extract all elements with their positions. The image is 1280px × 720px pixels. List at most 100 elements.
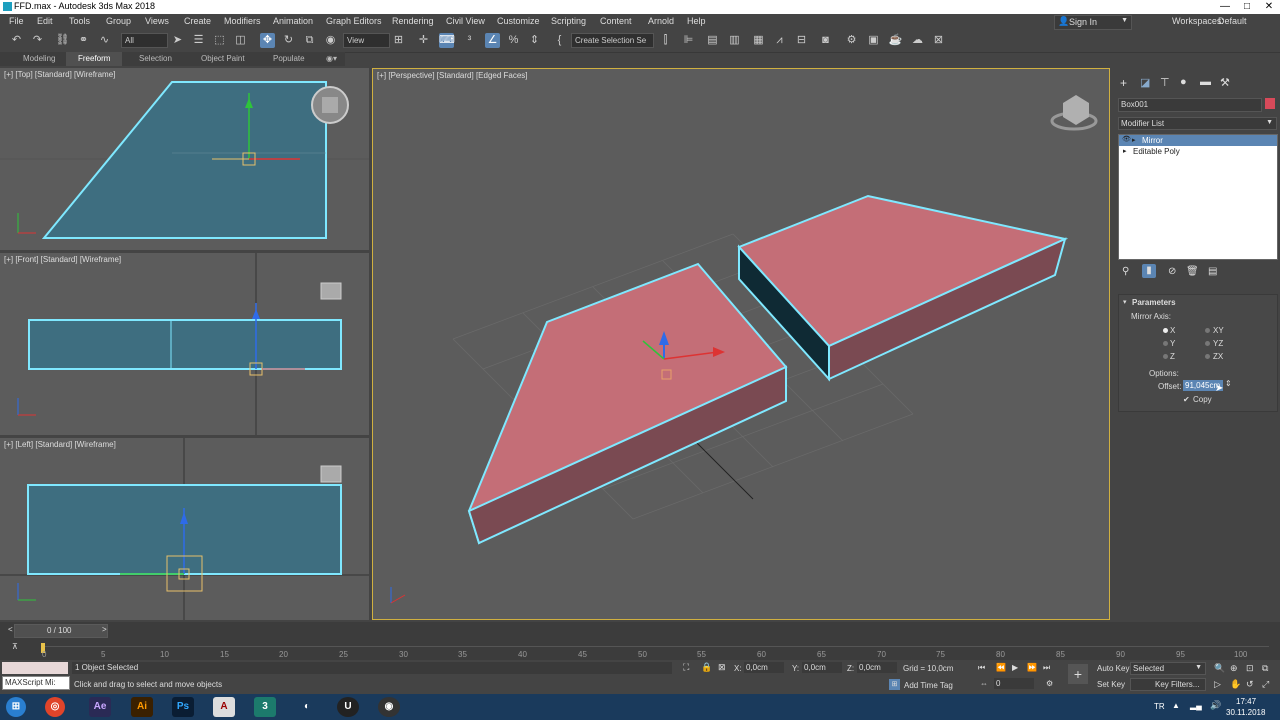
- set-key-icon[interactable]: +: [1068, 664, 1088, 684]
- render-production-icon[interactable]: ☕: [888, 33, 903, 48]
- object-color-swatch[interactable]: [1265, 98, 1275, 109]
- display-tab-icon[interactable]: ▬: [1200, 76, 1211, 88]
- radio-z[interactable]: [1163, 354, 1168, 359]
- menu-civil-view[interactable]: Civil View: [446, 16, 485, 26]
- align-icon[interactable]: ⊫: [681, 33, 696, 48]
- play-icon[interactable]: ▶: [1012, 663, 1018, 672]
- pin-stack-icon[interactable]: ⚲: [1122, 266, 1129, 277]
- viewport-left[interactable]: [+] [Left] [Standard] [Wireframe]: [0, 438, 369, 620]
- viewport-top[interactable]: [+] [Top] [Standard] [Wireframe]: [0, 68, 369, 250]
- viewport-perspective[interactable]: [+] [Perspective] [Standard] [Edged Face…: [372, 68, 1110, 620]
- expand-icon[interactable]: ▸: [1123, 147, 1127, 155]
- maximize-viewport-icon[interactable]: ⤢: [1262, 679, 1269, 690]
- clock-date[interactable]: 30.11.2018: [1226, 708, 1265, 717]
- hierarchy-tab-icon[interactable]: ⊤: [1160, 76, 1170, 89]
- select-and-move-icon[interactable]: ✥: [260, 33, 275, 48]
- menu-scripting[interactable]: Scripting: [551, 16, 586, 26]
- 3ds-max-icon[interactable]: 3: [254, 697, 276, 717]
- pivot-center-icon[interactable]: ⊞: [391, 33, 406, 48]
- set-key-button[interactable]: Set Key: [1097, 680, 1125, 689]
- menu-animation[interactable]: Animation: [273, 16, 313, 26]
- render-iterative-icon[interactable]: ☁: [910, 33, 925, 48]
- time-tag-icon[interactable]: ⊞: [889, 679, 900, 690]
- ribbon-tab-object-paint[interactable]: Object Paint: [201, 54, 245, 63]
- menu-tools[interactable]: Tools: [69, 16, 90, 26]
- schematic-view-icon[interactable]: ⊟: [794, 33, 809, 48]
- select-and-rotate-icon[interactable]: ↻: [281, 33, 296, 48]
- z-coordinate-field[interactable]: 0,0cm: [857, 662, 897, 673]
- menu-views[interactable]: Views: [145, 16, 169, 26]
- time-slider[interactable]: 0 / 100: [14, 624, 108, 638]
- orbit-icon[interactable]: ↺: [1246, 679, 1254, 690]
- ribbon-tab-populate[interactable]: Populate: [273, 54, 305, 63]
- previous-frame-icon[interactable]: ⏪: [996, 663, 1006, 672]
- keyboard-shortcut-override-icon[interactable]: ⌨: [439, 33, 455, 48]
- layer-explorer-icon[interactable]: ▥: [727, 33, 742, 48]
- utilities-tab-icon[interactable]: ⚒: [1220, 76, 1230, 89]
- select-manipulate-icon[interactable]: ✛: [416, 33, 431, 48]
- time-configuration-icon[interactable]: ⚙: [1046, 679, 1053, 688]
- angle-snap-icon[interactable]: ∠: [485, 33, 500, 48]
- viewport-front-label[interactable]: [+] [Front] [Standard] [Wireframe]: [4, 255, 121, 264]
- eye-icon[interactable]: 👁: [1122, 135, 1131, 143]
- go-to-start-icon[interactable]: ⏮: [978, 663, 985, 673]
- auto-key-button[interactable]: Auto Key: [1097, 664, 1129, 673]
- motion-tab-icon[interactable]: ●: [1180, 76, 1187, 88]
- pan-icon[interactable]: ✋: [1230, 679, 1241, 690]
- radio-y[interactable]: [1163, 341, 1168, 346]
- parameters-title[interactable]: Parameters: [1132, 298, 1176, 307]
- track-bar-icon[interactable]: ⊼: [12, 642, 18, 651]
- maxscript-mini-listener[interactable]: MAXScript Mi:: [2, 676, 70, 690]
- zoom-extents-icon[interactable]: ⊡: [1246, 663, 1254, 674]
- menu-rendering[interactable]: Rendering: [392, 16, 434, 26]
- modifier-list-dropdown[interactable]: Modifier List ▼: [1118, 117, 1277, 130]
- obs-icon[interactable]: ◉: [378, 697, 400, 717]
- viewport-front[interactable]: [+] [Front] [Standard] [Wireframe]: [0, 253, 369, 435]
- add-time-tag-button[interactable]: Add Time Tag: [904, 681, 953, 690]
- expand-icon[interactable]: ▸: [1132, 136, 1136, 144]
- place-icon[interactable]: ◉: [323, 33, 338, 48]
- radio-x[interactable]: [1163, 328, 1168, 333]
- illustrator-icon[interactable]: Ai: [131, 697, 153, 717]
- minimize-button[interactable]: —: [1214, 0, 1236, 14]
- unlink-icon[interactable]: ⚭: [76, 33, 91, 48]
- selection-lock-icon[interactable]: 🔒: [701, 662, 712, 673]
- configure-modifier-sets-icon[interactable]: ▤: [1208, 266, 1217, 277]
- render-setup-icon[interactable]: ⚙: [844, 33, 859, 48]
- radio-zx[interactable]: [1205, 354, 1210, 359]
- reference-coordinate-dropdown[interactable]: View: [343, 33, 390, 48]
- maxscript-listener-top[interactable]: [2, 662, 68, 674]
- after-effects-icon[interactable]: Ae: [89, 697, 111, 717]
- start-icon[interactable]: ⊞: [6, 697, 26, 717]
- rendered-frame-window-icon[interactable]: ▣: [866, 33, 881, 48]
- redo-icon[interactable]: ↷: [30, 33, 45, 48]
- unreal-icon[interactable]: U: [337, 697, 359, 717]
- create-tab-icon[interactable]: +: [1120, 76, 1127, 90]
- clock-time[interactable]: 17:47: [1236, 697, 1256, 706]
- maximize-button[interactable]: □: [1236, 0, 1258, 14]
- scene-explorer-icon[interactable]: ▤: [705, 33, 720, 48]
- autocad-icon[interactable]: A: [213, 697, 235, 717]
- menu-file[interactable]: File: [9, 16, 24, 26]
- zoom-extents-all-icon[interactable]: ⧉: [1262, 663, 1268, 674]
- modify-tab-icon[interactable]: ◪: [1140, 76, 1150, 89]
- snaps-toggle-icon[interactable]: ³: [462, 33, 477, 48]
- menu-create[interactable]: Create: [184, 16, 211, 26]
- selection-filter-dropdown[interactable]: All: [121, 33, 168, 48]
- ribbon-tab-selection[interactable]: Selection: [139, 54, 172, 63]
- language-indicator[interactable]: TR: [1154, 702, 1165, 711]
- isolate-selection-icon[interactable]: ⛶: [683, 662, 689, 673]
- menu-help[interactable]: Help: [687, 16, 706, 26]
- radio-xy[interactable]: [1205, 328, 1210, 333]
- percent-snap-icon[interactable]: %: [506, 33, 521, 48]
- edit-named-selection-icon[interactable]: {: [552, 33, 567, 48]
- next-frame-icon[interactable]: ⏩: [1027, 663, 1037, 672]
- named-selection-set-dropdown[interactable]: Create Selection Se: [571, 33, 654, 48]
- select-by-name-icon[interactable]: ☰: [191, 33, 206, 48]
- bind-space-warp-icon[interactable]: ∿: [97, 33, 112, 48]
- time-slider-prev-icon[interactable]: <: [8, 625, 13, 634]
- workspace-dropdown[interactable]: Default: [1218, 16, 1247, 26]
- link-icon[interactable]: ⛓: [55, 33, 70, 48]
- window-crossing-icon[interactable]: ◫: [233, 33, 248, 48]
- menu-edit[interactable]: Edit: [37, 16, 53, 26]
